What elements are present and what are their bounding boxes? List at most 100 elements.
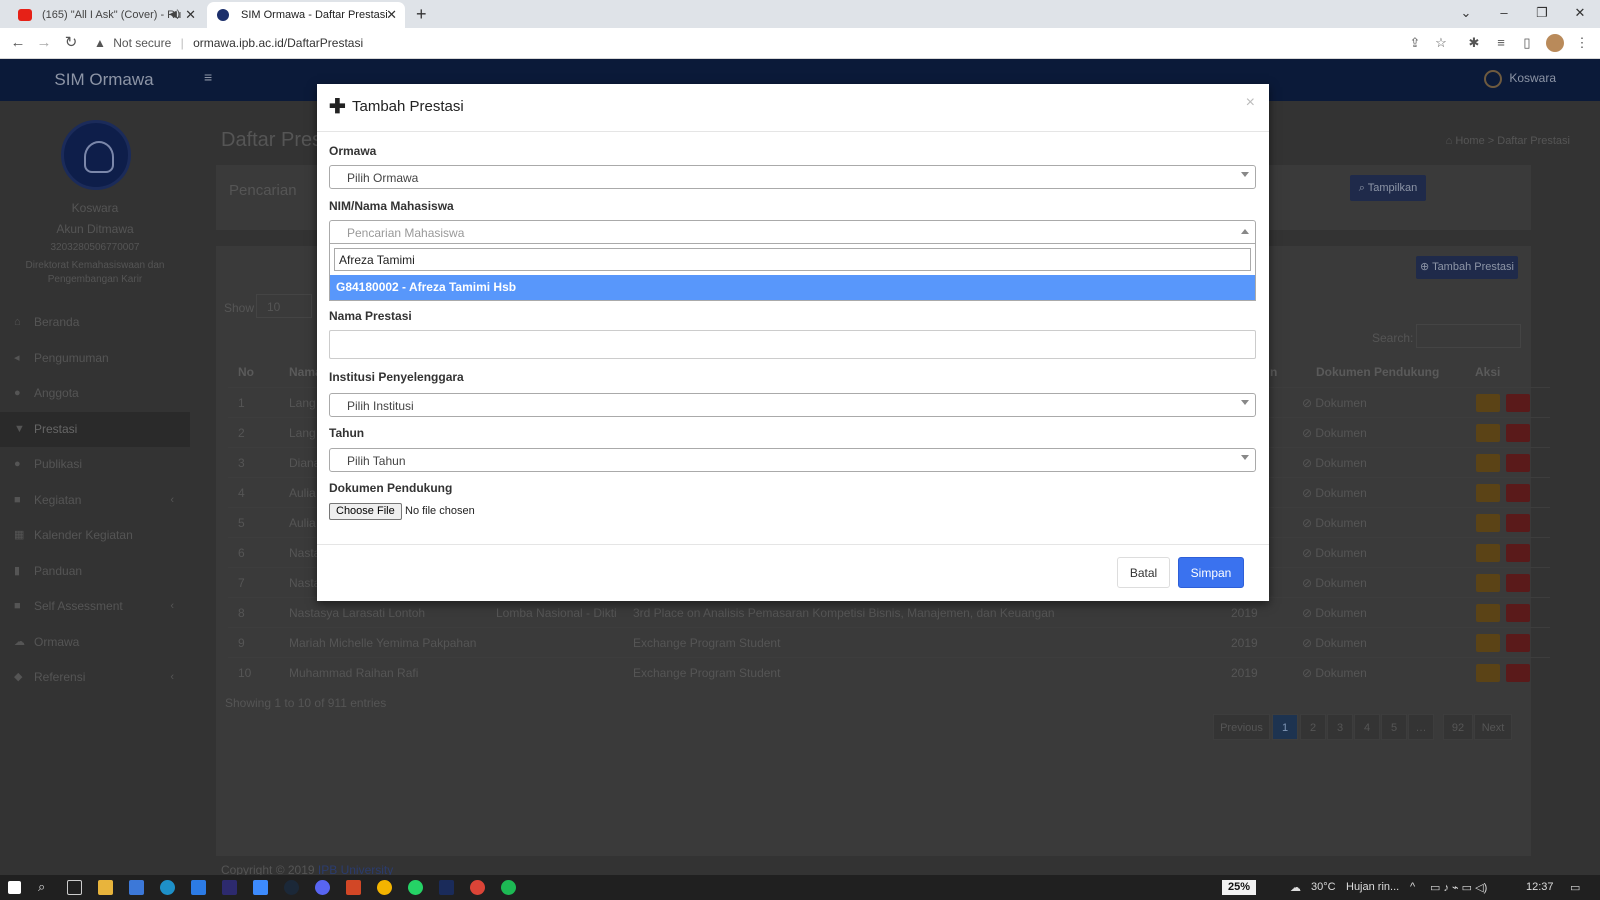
cell-dokumen[interactable]: ⊘ Dokumen xyxy=(1302,576,1367,590)
delete-button[interactable] xyxy=(1506,394,1530,412)
delete-button[interactable] xyxy=(1506,634,1530,652)
choose-file-button[interactable]: Choose File xyxy=(329,503,402,520)
pagination-next[interactable]: Next xyxy=(1474,714,1512,740)
file-explorer-icon[interactable] xyxy=(98,880,113,895)
nama-prestasi-input[interactable] xyxy=(329,330,1256,359)
cell-dokumen[interactable]: ⊘ Dokumen xyxy=(1302,516,1367,530)
chrome-icon[interactable] xyxy=(377,880,392,895)
user-name[interactable]: Koswara xyxy=(1509,71,1556,85)
sidebar-item-prestasi[interactable]: ▼ Prestasi xyxy=(0,411,190,447)
dokumen-link[interactable]: Dokumen xyxy=(1315,396,1366,410)
delete-button[interactable] xyxy=(1506,484,1530,502)
tambah-prestasi-button[interactable]: ⊕ Tambah Prestasi xyxy=(1416,256,1518,279)
delete-button[interactable] xyxy=(1506,424,1530,442)
premiere-icon[interactable] xyxy=(222,880,237,895)
pagination-page[interactable]: 2 xyxy=(1300,714,1326,740)
search-icon[interactable]: ⌕ xyxy=(38,879,45,895)
mail-icon[interactable] xyxy=(129,880,144,895)
user-avatar-icon[interactable] xyxy=(1484,70,1502,88)
institusi-select[interactable]: Pilih Institusi xyxy=(329,393,1256,417)
edit-button[interactable] xyxy=(1476,574,1500,592)
delete-button[interactable] xyxy=(1506,454,1530,472)
reload-icon[interactable]: ↻ xyxy=(60,32,82,54)
nim-option[interactable]: G84180002 - Afreza Tamimi Hsb xyxy=(330,275,1255,300)
pagination-previous[interactable]: Previous xyxy=(1213,714,1270,740)
dokumen-link[interactable]: Dokumen xyxy=(1315,516,1366,530)
pagination-page[interactable]: 3 xyxy=(1327,714,1353,740)
brand-logo[interactable]: SIM Ormawa xyxy=(0,59,208,101)
speaker-icon[interactable]: ◀) xyxy=(169,2,180,28)
edit-button[interactable] xyxy=(1476,484,1500,502)
new-tab-icon[interactable]: + xyxy=(416,2,427,26)
sidebar-item-ormawa[interactable]: ☁ Ormawa xyxy=(0,625,190,661)
minimize-icon[interactable]: – xyxy=(1486,0,1522,28)
edit-button[interactable] xyxy=(1476,424,1500,442)
dokumen-link[interactable]: Dokumen xyxy=(1315,426,1366,440)
browser-tab-active[interactable]: SIM Ormawa - Daftar Prestasi ✕ xyxy=(207,2,405,28)
dokumen-link[interactable]: Dokumen xyxy=(1315,486,1366,500)
discord-icon[interactable] xyxy=(315,880,330,895)
entries-select[interactable]: 10 xyxy=(256,294,312,318)
cell-dokumen[interactable]: ⊘ Dokumen xyxy=(1302,546,1367,560)
dokumen-link[interactable]: Dokumen xyxy=(1315,606,1366,620)
sidebar-item-anggota[interactable]: ● Anggota xyxy=(0,376,190,412)
th-no[interactable]: No xyxy=(238,365,254,379)
close-tab-icon[interactable]: ✕ xyxy=(185,2,196,28)
nim-select[interactable]: Pencarian Mahasiswa xyxy=(329,220,1256,244)
whatsapp-icon[interactable] xyxy=(408,880,423,895)
chrome-active-icon[interactable] xyxy=(470,880,485,895)
dokumen-link[interactable]: Dokumen xyxy=(1315,636,1366,650)
edit-button[interactable] xyxy=(1476,634,1500,652)
close-tab-icon[interactable]: ✕ xyxy=(386,2,397,28)
edit-button[interactable] xyxy=(1476,454,1500,472)
window-close-icon[interactable]: ✕ xyxy=(1562,0,1598,28)
dokumen-link[interactable]: Dokumen xyxy=(1315,546,1366,560)
sidebar-item-panduan[interactable]: ▮ Panduan xyxy=(0,554,190,590)
sidebar-item-pengumuman[interactable]: ◂ Pengumuman xyxy=(0,341,190,377)
delete-button[interactable] xyxy=(1506,664,1530,682)
edge-icon[interactable] xyxy=(160,880,175,895)
edit-button[interactable] xyxy=(1476,394,1500,412)
zoom-icon[interactable] xyxy=(253,880,268,895)
tab-search-icon[interactable]: ⌄ xyxy=(1448,0,1484,28)
delete-button[interactable] xyxy=(1506,544,1530,562)
side-panel-icon[interactable]: ▯ xyxy=(1518,35,1536,51)
edit-button[interactable] xyxy=(1476,514,1500,532)
breadcrumb-home[interactable]: Home xyxy=(1455,135,1484,147)
tampilkan-button[interactable]: ⌕ Tampilkan xyxy=(1350,175,1426,201)
ormawa-select[interactable]: Pilih Ormawa xyxy=(329,165,1256,189)
profile-avatar[interactable] xyxy=(1546,34,1564,52)
th-tahun[interactable]: n xyxy=(1270,365,1277,379)
pagination-page[interactable]: 1 xyxy=(1272,714,1298,740)
weather-temp[interactable]: 30°C xyxy=(1311,881,1336,893)
cell-dokumen[interactable]: ⊘ Dokumen xyxy=(1302,456,1367,470)
edit-button[interactable] xyxy=(1476,544,1500,562)
share-icon[interactable]: ⇪ xyxy=(1406,35,1424,51)
extensions-icon[interactable]: ✱ xyxy=(1465,35,1483,51)
sidebar-item-self-assessment[interactable]: ■ Self Assessment ‹ xyxy=(0,589,190,625)
cell-dokumen[interactable]: ⊘ Dokumen xyxy=(1302,396,1367,410)
dokumen-link[interactable]: Dokumen xyxy=(1315,576,1366,590)
notification-icon[interactable]: ▭ xyxy=(1570,881,1580,894)
app-l-icon[interactable] xyxy=(191,880,206,895)
nim-search-input[interactable] xyxy=(334,248,1251,271)
weather-desc[interactable]: Hujan rin... xyxy=(1346,881,1399,893)
sidebar-item-referensi[interactable]: ◆ Referensi ‹ xyxy=(0,660,190,696)
star-icon[interactable]: ☆ xyxy=(1432,35,1450,51)
sidebar-item-publikasi[interactable]: ● Publikasi xyxy=(0,447,190,483)
cell-dokumen[interactable]: ⊘ Dokumen xyxy=(1302,426,1367,440)
task-view-icon[interactable] xyxy=(67,880,82,895)
tahun-select[interactable]: Pilih Tahun xyxy=(329,448,1256,472)
simpan-button[interactable]: Simpan xyxy=(1178,557,1244,588)
dokumen-link[interactable]: Dokumen xyxy=(1315,456,1366,470)
dokumen-link[interactable]: Dokumen xyxy=(1315,666,1366,680)
pagination-page[interactable]: 92 xyxy=(1443,714,1473,740)
tray-chevron-icon[interactable]: ^ xyxy=(1410,881,1415,893)
cell-dokumen[interactable]: ⊘ Dokumen xyxy=(1302,666,1367,680)
cell-dokumen[interactable]: ⊘ Dokumen xyxy=(1302,486,1367,500)
sidebar-item-kalender[interactable]: ▦ Kalender Kegiatan xyxy=(0,518,190,554)
clock[interactable]: 12:37 xyxy=(1526,881,1554,893)
browser-tab-youtube[interactable]: (165) "All I Ask" (Cover) - Ru ◀) ✕ xyxy=(8,2,204,28)
table-search-input[interactable] xyxy=(1416,324,1521,348)
edit-button[interactable] xyxy=(1476,664,1500,682)
